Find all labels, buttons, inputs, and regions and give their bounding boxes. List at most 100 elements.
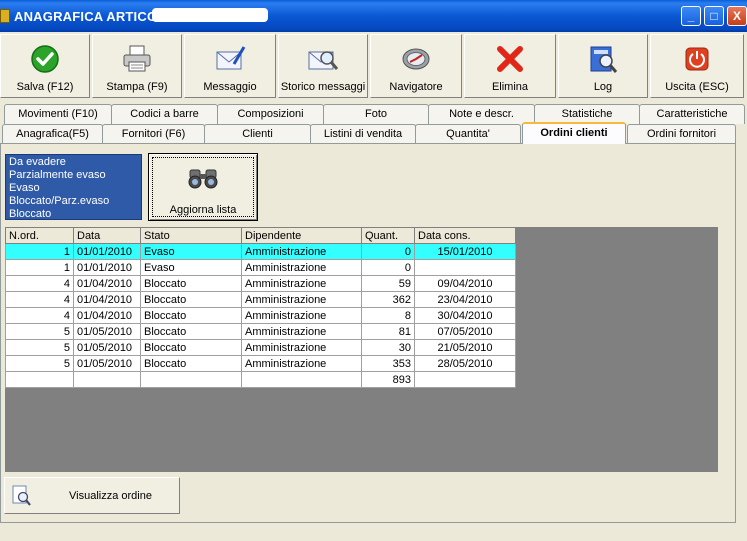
app-icon <box>0 9 10 23</box>
total-empty-cell <box>414 371 516 388</box>
col-header-quant[interactable]: Quant. <box>361 227 415 244</box>
status-option-bloccato[interactable]: Bloccato <box>9 208 138 221</box>
cell-stato: Bloccato <box>140 307 242 324</box>
book-magnifier-icon <box>587 43 619 75</box>
cell-quant: 0 <box>361 243 415 260</box>
cell-n-ord: 1 <box>5 243 74 260</box>
cell-dipendente: Amministrazione <box>241 339 362 356</box>
total-empty-cell <box>140 371 242 388</box>
binoculars-icon <box>187 166 219 190</box>
tab-composizioni[interactable]: Composizioni <box>217 104 324 124</box>
message-button[interactable]: Messaggio <box>184 34 276 98</box>
cell-quant: 81 <box>361 323 415 340</box>
document-magnifier-icon <box>12 485 32 507</box>
cell-data-cons: 21/05/2010 <box>414 339 516 356</box>
table-row[interactable]: 4 01/04/2010 Bloccato Amministrazione 8 30/04… <box>5 307 516 324</box>
total-empty-cell <box>241 371 362 388</box>
view-order-button[interactable]: Visualizza ordine <box>4 477 180 514</box>
total-quantity: 893 <box>361 371 415 388</box>
cell-stato: Bloccato <box>140 339 242 356</box>
tab-caratteristiche[interactable]: Caratteristiche <box>639 104 745 124</box>
cell-data-cons: 09/04/2010 <box>414 275 516 292</box>
table-row[interactable]: 5 01/05/2010 Bloccato Amministrazione 81 07/0… <box>5 323 516 340</box>
tab-clienti[interactable]: Clienti <box>204 124 311 144</box>
table-row[interactable]: 5 01/05/2010 Bloccato Amministrazione 30 21/0… <box>5 339 516 356</box>
cell-data-cons: 07/05/2010 <box>414 323 516 340</box>
table-row[interactable]: 1 01/01/2010 Evaso Amministrazione 0 15/01/20… <box>5 243 516 260</box>
refresh-list-button[interactable]: Aggiorna lista <box>148 153 258 221</box>
tab-quantita[interactable]: Quantita' <box>415 124 521 144</box>
col-header-stato[interactable]: Stato <box>140 227 242 244</box>
power-icon <box>681 43 713 75</box>
log-label: Log <box>593 81 613 93</box>
cell-stato: Bloccato <box>140 275 242 292</box>
cell-data-cons: 15/01/2010 <box>414 243 516 260</box>
log-button[interactable]: Log <box>558 34 648 98</box>
exit-button[interactable]: Uscita (ESC) <box>650 34 744 98</box>
table-row[interactable]: 4 01/04/2010 Bloccato Amministrazione 59 09/0… <box>5 275 516 292</box>
redacted-title-area <box>152 8 268 22</box>
navigator-label: Navigatore <box>389 81 443 93</box>
print-button[interactable]: Stampa (F9) <box>92 34 182 98</box>
tab-ordini-clienti[interactable]: Ordini clienti <box>522 122 626 144</box>
window-title: ANAGRAFICA ARTICOLI <box>14 8 170 24</box>
history-button[interactable]: Storico messaggi <box>278 34 368 98</box>
table-row[interactable]: 1 01/01/2010 Evaso Amministrazione 0 <box>5 259 516 276</box>
cell-quant: 353 <box>361 355 415 372</box>
cell-data-cons <box>414 259 516 276</box>
toolbar: Salva (F12) Stampa (F9) Messaggio Storic… <box>0 32 747 100</box>
close-button[interactable]: X <box>727 6 747 26</box>
table-header-row: N.ord. Data Stato Dipendente Quant. Data… <box>5 227 516 244</box>
table-row[interactable]: 4 01/04/2010 Bloccato Amministrazione 362 23/… <box>5 291 516 308</box>
delete-button[interactable]: Elimina <box>464 34 556 98</box>
col-header-data[interactable]: Data <box>73 227 141 244</box>
cell-stato: Evaso <box>140 243 242 260</box>
cell-data-cons: 23/04/2010 <box>414 291 516 308</box>
cell-quant: 362 <box>361 291 415 308</box>
status-option-bloccato-parz-evaso[interactable]: Bloccato/Parz.evaso <box>9 195 138 208</box>
red-x-icon <box>494 43 526 75</box>
status-filter-list[interactable]: Da evadere Parzialmente evaso Evaso Bloc… <box>5 154 142 220</box>
orders-grid[interactable]: N.ord. Data Stato Dipendente Quant. Data… <box>5 227 718 472</box>
tab-listini-di-vendita[interactable]: Listini di vendita <box>310 124 416 144</box>
cell-data: 01/05/2010 <box>73 323 141 340</box>
cell-data: 01/05/2010 <box>73 339 141 356</box>
tab-codici-a-barre[interactable]: Codici a barre <box>111 104 218 124</box>
exit-label: Uscita (ESC) <box>665 81 729 93</box>
cell-dipendente: Amministrazione <box>241 355 362 372</box>
navigator-button[interactable]: Navigatore <box>370 34 462 98</box>
minimize-button[interactable]: _ <box>681 6 701 26</box>
cell-dipendente: Amministrazione <box>241 307 362 324</box>
maximize-button[interactable]: □ <box>704 6 724 26</box>
cell-dipendente: Amministrazione <box>241 291 362 308</box>
tab-note-e-descr[interactable]: Note e descr. <box>428 104 535 124</box>
tab-fornitori[interactable]: Fornitori (F6) <box>102 124 205 144</box>
cell-data: 01/04/2010 <box>73 291 141 308</box>
refresh-list-label: Aggiorna lista <box>169 204 237 216</box>
col-header-data-cons[interactable]: Data cons. <box>414 227 516 244</box>
tab-foto[interactable]: Foto <box>323 104 429 124</box>
cell-stato: Bloccato <box>140 323 242 340</box>
save-button[interactable]: Salva (F12) <box>0 34 90 98</box>
status-option-parzialmente-evaso[interactable]: Parzialmente evaso <box>9 169 138 182</box>
tab-anagrafica[interactable]: Anagrafica(F5) <box>2 124 103 144</box>
table-row[interactable]: 5 01/05/2010 Bloccato Amministrazione 353 28/… <box>5 355 516 372</box>
tab-row-2: Anagrafica(F5) Fornitori (F6) Clienti Li… <box>0 122 747 144</box>
tab-ordini-fornitori[interactable]: Ordini fornitori <box>627 124 736 144</box>
tab-movimenti[interactable]: Movimenti (F10) <box>4 104 112 124</box>
status-option-evaso[interactable]: Evaso <box>9 182 138 195</box>
cell-n-ord: 5 <box>5 323 74 340</box>
cell-stato: Bloccato <box>140 355 242 372</box>
envelope-pen-icon <box>214 43 246 75</box>
save-label: Salva (F12) <box>16 81 74 93</box>
title-bar: ANAGRAFICA ARTICOLI _ □ X <box>0 0 747 32</box>
cell-n-ord: 4 <box>5 275 74 292</box>
compass-icon <box>400 43 432 75</box>
tab-statistiche[interactable]: Statistiche <box>534 104 640 124</box>
col-header-dipendente[interactable]: Dipendente <box>241 227 362 244</box>
table-total-row: 893 <box>5 371 516 388</box>
cell-dipendente: Amministrazione <box>241 275 362 292</box>
tab-row-1: Movimenti (F10) Codici a barre Composizi… <box>0 104 747 124</box>
status-option-da-evadere[interactable]: Da evadere <box>9 156 138 169</box>
col-header-n-ord[interactable]: N.ord. <box>5 227 74 244</box>
